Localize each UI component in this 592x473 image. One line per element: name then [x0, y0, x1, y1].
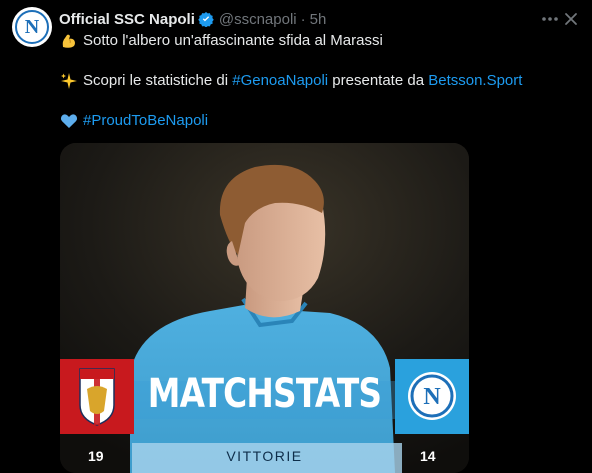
hashtag-proudtobenapoli[interactable]: #ProudToBeNapoli: [83, 111, 208, 131]
flexed-biceps-emoji: [59, 31, 79, 51]
avatar[interactable]: N: [12, 7, 52, 47]
line1-text: Sotto l'albero un'affascinante sfida al …: [83, 32, 383, 49]
author-handle[interactable]: @sscnapoli: [219, 11, 297, 28]
blue-heart-emoji: [59, 111, 79, 131]
tweet-time[interactable]: 5h: [310, 11, 327, 28]
tweet-text: Sotto l'albero un'affascinante sfida al …: [59, 31, 579, 131]
tweet-line-3: #ProudToBeNapoli: [59, 111, 579, 131]
hashtag-genoanapoli[interactable]: #GenoaNapoli: [232, 71, 328, 91]
sparkles-emoji: [59, 71, 79, 91]
napoli-logo: N: [15, 10, 49, 44]
tweet-media[interactable]: N MATCHSTATS 19 VITTORIE 14: [60, 143, 469, 473]
author-name[interactable]: Official SSC Napoli: [59, 11, 195, 28]
close-icon[interactable]: [560, 8, 582, 30]
tweet-line-1: Sotto l'albero un'affascinante sfida al …: [59, 31, 579, 51]
betsson-sport-link[interactable]: Betsson.Sport: [428, 71, 522, 91]
tweet-line-2: Scopri le statistiche di #GenoaNapoli pr…: [59, 71, 579, 91]
line2-prefix: Scopri le statistiche di: [83, 72, 233, 89]
separator-dot: ·: [300, 10, 306, 28]
matchstats-title: MATCHSTATS: [147, 371, 382, 417]
line2-middle: presentate da: [328, 72, 429, 89]
stat-label: VITTORIE: [226, 448, 303, 464]
away-wins-value: 14: [420, 448, 436, 464]
tweet-header: Official SSC Napoli @sscnapoli · 5h: [59, 9, 532, 29]
verified-badge-icon: [198, 11, 214, 27]
